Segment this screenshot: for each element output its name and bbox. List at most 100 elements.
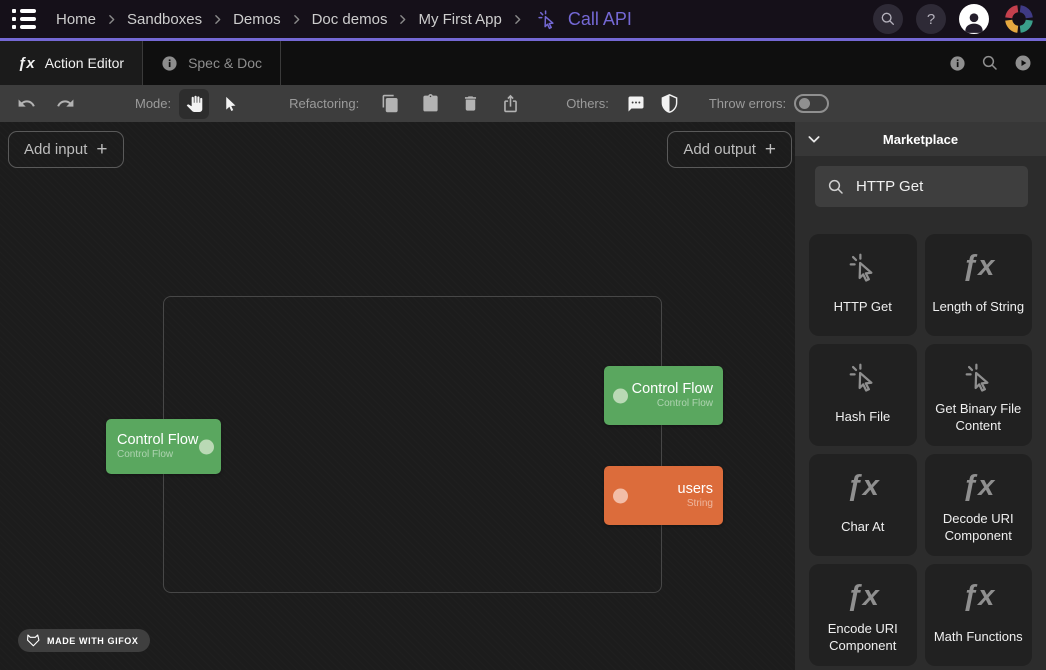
copy-icon [381,94,400,113]
person-icon [961,8,987,34]
marketplace-item-char-at[interactable]: ƒx Char At [809,454,917,556]
help-button[interactable]: ? [916,4,946,34]
flow-canvas[interactable]: Add input + Add output + Control Flow Co… [0,122,795,670]
run-button[interactable] [1014,54,1032,72]
paste-icon [421,94,440,113]
info-icon [949,55,966,72]
marketplace-grid: HTTP Get ƒx Length of String Hash File G… [809,234,1032,666]
copy-button[interactable] [381,94,400,113]
fx-icon: ƒx [847,579,879,613]
comments-button[interactable] [627,95,645,113]
add-input-button[interactable]: Add input + [8,131,124,168]
avatar[interactable] [959,4,989,34]
chevron-down-icon [806,131,822,147]
marketplace-item-label: Math Functions [929,613,1028,666]
question-mark-icon: ? [927,11,935,28]
play-icon [1014,54,1032,72]
export-icon [501,94,520,113]
toolbar: Mode: Refactoring: Others: Throw errors: [0,85,1046,122]
marketplace-item-math-functions[interactable]: ƒx Math Functions [925,564,1033,666]
undo-button[interactable] [17,94,36,113]
marketplace-item-hash-file[interactable]: Hash File [809,344,917,446]
app-logo[interactable] [1002,2,1036,36]
others-label: Others: [566,96,609,111]
marketplace-item-label: Char At [836,503,889,556]
comment-icon [627,95,645,113]
toggle-knob [799,98,810,109]
info-button[interactable] [949,55,966,72]
delete-button[interactable] [461,94,480,113]
security-button[interactable] [660,94,679,113]
search-icon [827,178,845,196]
hand-icon [186,95,203,112]
marketplace-item-encode-uri-component[interactable]: ƒx Encode URI Component [809,564,917,666]
fx-icon: ƒx [962,469,994,503]
export-button[interactable] [501,94,520,113]
breadcrumb-item[interactable]: My First App [418,11,501,28]
click-action-icon [536,8,558,30]
breadcrumb-item[interactable]: Sandboxes [127,11,202,28]
flow-boundary-rect [163,296,662,593]
marketplace-title: Marketplace [795,132,1046,147]
marketplace-panel: Marketplace HTTP Get ƒx Length of String… [795,122,1046,670]
collapse-panel-button[interactable] [806,131,822,147]
node-control-flow-output[interactable]: Control Flow Control Flow [604,366,723,425]
topbar: Home Sandboxes Demos Doc demos My First … [0,0,1046,41]
marketplace-item-http-get[interactable]: HTTP Get [809,234,917,336]
breadcrumb-item[interactable]: Home [56,11,96,28]
breadcrumb-item[interactable]: Demos [233,11,281,28]
marketplace-item-length-of-string[interactable]: ƒx Length of String [925,234,1033,336]
tab-spec-and-doc[interactable]: Spec & Doc [143,41,281,85]
node-control-flow-input[interactable]: Control Flow Control Flow [106,419,221,474]
add-input-label: Add input [24,141,87,158]
marketplace-searchbox [815,166,1028,207]
marketplace-header: Marketplace [795,122,1046,156]
shield-icon [660,94,679,113]
fox-icon [26,634,41,647]
paste-button[interactable] [421,94,440,113]
global-search-button[interactable] [873,4,903,34]
tabbar-actions [949,41,1046,85]
marketplace-item-get-binary-file-content[interactable]: Get Binary File Content [925,344,1033,446]
page-title: Call API [568,9,632,30]
click-action-icon [846,359,879,393]
refactoring-label: Refactoring: [289,96,359,111]
redo-icon [56,94,75,113]
fx-icon: ƒx [962,579,994,613]
tab-action-editor[interactable]: ƒx Action Editor [0,41,143,85]
mode-label: Mode: [135,96,171,111]
cursor-arrow-icon [221,95,239,113]
chevron-right-icon [211,13,224,26]
topbar-actions: ? [873,2,1036,36]
hand-tool-button[interactable] [179,89,209,119]
node-port[interactable] [199,439,214,454]
marketplace-item-label: Get Binary File Content [925,393,1033,446]
tab-label: Spec & Doc [188,55,262,71]
fx-icon: ƒx [18,55,35,72]
marketplace-item-label: HTTP Get [829,283,897,336]
throw-errors-label: Throw errors: [709,96,786,111]
chevron-right-icon [511,13,524,26]
app-window: Home Sandboxes Demos Doc demos My First … [0,0,1046,670]
throw-errors-toggle[interactable] [794,94,829,113]
node-port[interactable] [613,388,628,403]
fx-icon: ƒx [847,469,879,503]
click-action-icon [846,249,879,283]
menu-icon[interactable] [12,9,38,29]
search-button[interactable] [981,54,999,72]
plus-icon: + [765,140,776,159]
chevron-right-icon [396,13,409,26]
gifox-badge: MADE WITH GIFOX [18,629,150,652]
node-port[interactable] [613,488,628,503]
gifox-badge-label: MADE WITH GIFOX [47,636,139,646]
add-output-button[interactable]: Add output + [667,131,792,168]
marketplace-search-input[interactable] [856,178,1016,195]
node-users-output[interactable]: users String [604,466,723,525]
marketplace-item-label: Decode URI Component [925,503,1033,556]
marketplace-item-decode-uri-component[interactable]: ƒx Decode URI Component [925,454,1033,556]
chevron-right-icon [290,13,303,26]
breadcrumb-item[interactable]: Doc demos [312,11,388,28]
select-tool-button[interactable] [215,89,245,119]
click-action-icon [962,359,995,393]
redo-button[interactable] [56,94,75,113]
